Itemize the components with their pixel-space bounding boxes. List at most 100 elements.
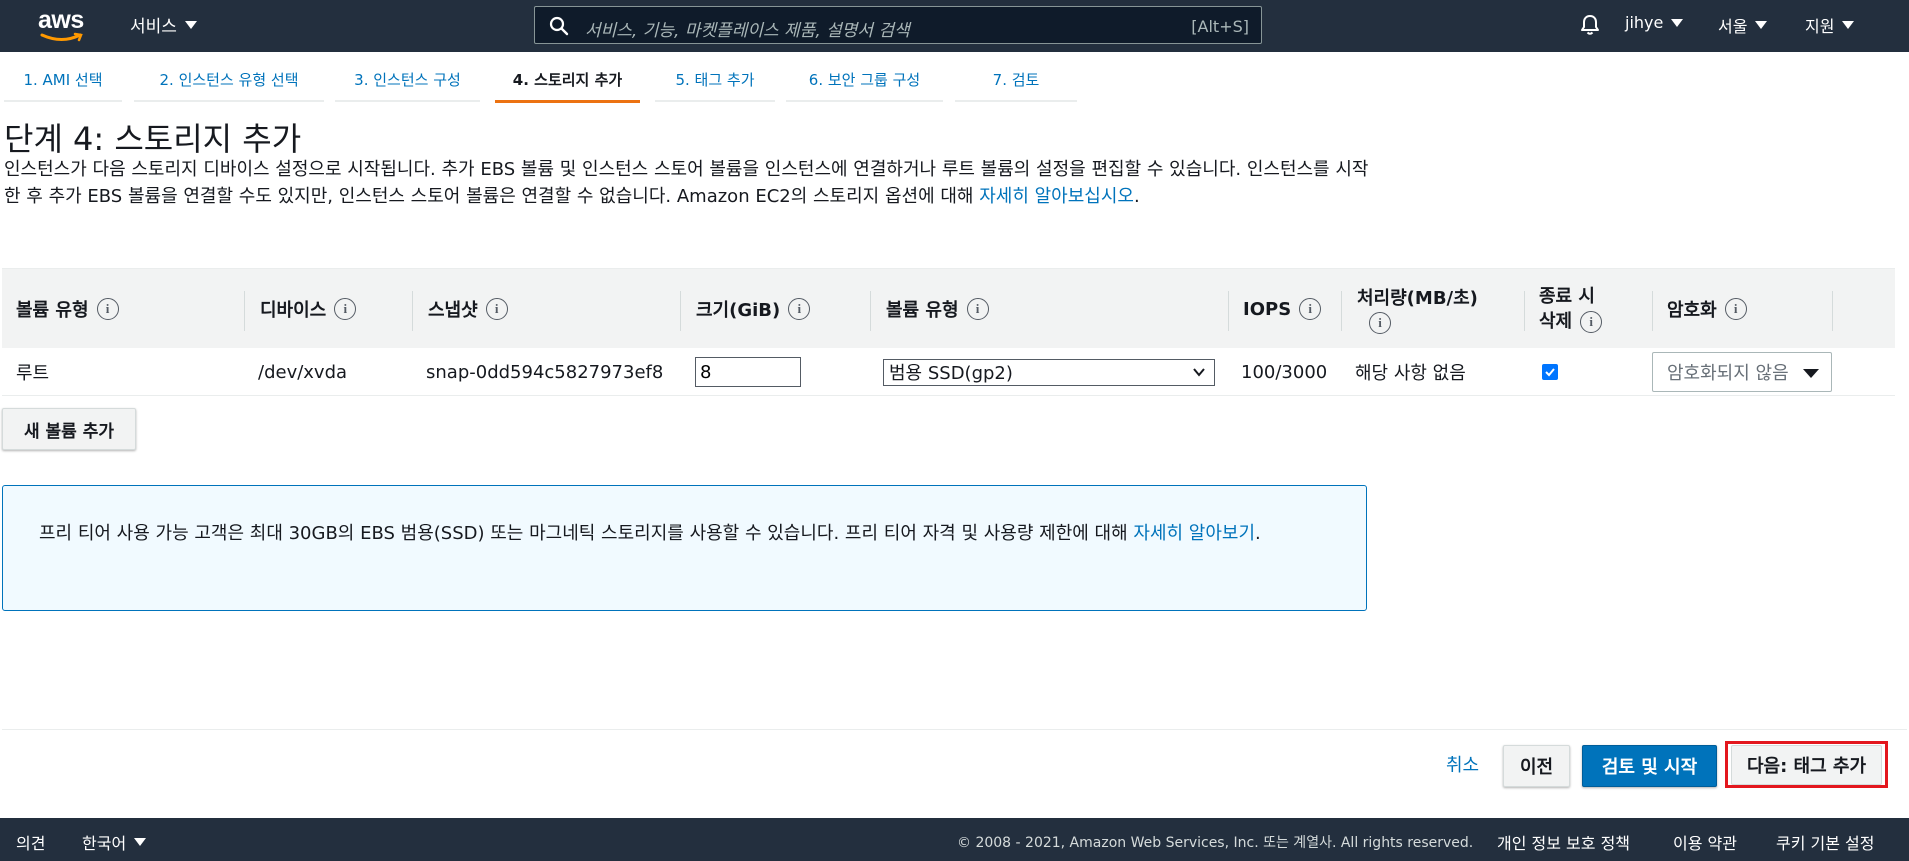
free-tier-info-text: 프리 티어 사용 가능 고객은 최대 30GB의 EBS 범용(SSD) 또는 … <box>39 520 1339 548</box>
language-menu[interactable]: 한국어 <box>82 830 147 854</box>
storage-table: 볼륨 유형 i 디바이스 i 스냅샷 i 크기(GiB) i 볼륨 유형 i IOPS i … <box>2 268 1895 396</box>
aws-logo-text: aws <box>38 6 84 34</box>
encryption-value: 암호화되지 않음 <box>1667 363 1789 384</box>
info-icon[interactable]: i <box>1299 298 1322 320</box>
header-snapshot: 스냅샷 i <box>428 269 508 349</box>
divider <box>2 729 1907 730</box>
cell-size <box>695 348 801 396</box>
column-divider <box>1524 291 1525 331</box>
header-volume-kind: 볼륨 유형 i <box>16 269 119 349</box>
aws-logo[interactable]: aws <box>38 6 84 42</box>
page-title: 단계 4: 스토리지 추가 <box>4 120 302 158</box>
cell-device: /dev/xvda <box>258 361 348 383</box>
free-tier-text: 프리 티어 사용 가능 고객은 최대 30GB의 EBS 범용(SSD) 또는 … <box>39 523 1134 544</box>
info-icon[interactable]: i <box>485 298 508 320</box>
cell-throughput: 해당 사항 없음 <box>1355 363 1466 384</box>
caret-down-icon <box>184 20 197 29</box>
next-add-tags-button[interactable]: 다음: 태그 추가 <box>1731 745 1882 785</box>
step-review[interactable]: 7. 검토 <box>955 69 1077 102</box>
learn-more-link[interactable]: 자세히 알아보십시오 <box>979 186 1134 207</box>
language-label: 한국어 <box>82 834 127 853</box>
cell-volume-type: 범용 SSD(gp2) <box>883 348 1215 396</box>
volume-type-select[interactable]: 범용 SSD(gp2) <box>883 358 1215 386</box>
wizard-steps: 1. AMI 선택 2. 인스턴스 유형 선택 3. 인스턴스 구성 4. 스토… <box>0 52 1100 103</box>
header-size-label: 크기(GiB) <box>696 300 781 321</box>
column-divider <box>412 291 413 331</box>
delete-on-termination-checkbox[interactable] <box>1542 364 1558 380</box>
header-throughput: 처리량(MB/초) i <box>1357 269 1478 349</box>
cell-encryption: 암호화되지 않음 <box>1652 348 1832 396</box>
size-input[interactable] <box>695 357 801 387</box>
caret-down-icon <box>1803 369 1819 378</box>
console-footer: 의견 한국어 © 2008 - 2021, Amazon Web Service… <box>0 818 1909 861</box>
step-configure-security-group[interactable]: 6. 보안 그룹 구성 <box>786 69 943 102</box>
header-iops: IOPS i <box>1243 269 1322 349</box>
caret-down-icon <box>1671 18 1684 27</box>
info-icon[interactable]: i <box>334 298 357 320</box>
step-configure-instance[interactable]: 3. 인스턴스 구성 <box>335 69 480 102</box>
cell-iops: 100/3000 <box>1241 361 1328 383</box>
caret-down-icon <box>134 838 147 846</box>
header-device-label: 디바이스 <box>260 300 327 321</box>
info-icon[interactable]: i <box>1580 310 1603 333</box>
step-add-storage[interactable]: 4. 스토리지 추가 <box>495 69 640 103</box>
step-choose-ami[interactable]: 1. AMI 선택 <box>4 69 122 102</box>
services-label: 서비스 <box>130 17 177 37</box>
account-menu[interactable]: jihye <box>1625 13 1684 32</box>
table-row: 루트 /dev/xvda snap-0dd594c5827973ef8 범용 S… <box>2 348 1895 396</box>
free-tier-end: . <box>1255 523 1261 544</box>
column-divider <box>1228 291 1229 331</box>
privacy-policy-link[interactable]: 개인 정보 보호 정책 <box>1497 830 1630 854</box>
support-label: 지원 <box>1805 17 1835 36</box>
header-encryption: 암호화 i <box>1667 269 1747 349</box>
info-icon[interactable]: i <box>788 298 811 320</box>
checkmark-icon <box>1545 368 1555 377</box>
cookie-preferences-link[interactable]: 쿠키 기본 설정 <box>1776 830 1875 854</box>
region-label: 서울 <box>1718 17 1748 36</box>
cancel-button[interactable]: 취소 <box>1446 751 1479 777</box>
header-throughput-label: 처리량(MB/초) <box>1357 288 1478 309</box>
free-tier-learn-more-link[interactable]: 자세히 알아보기 <box>1133 523 1255 544</box>
caret-down-icon <box>1755 21 1768 29</box>
support-menu[interactable]: 지원 <box>1805 13 1855 37</box>
header-delete-line2: 삭제 <box>1539 311 1573 332</box>
terms-link[interactable]: 이용 약관 <box>1673 830 1737 854</box>
header-volume-type: 볼륨 유형 i <box>886 269 989 349</box>
cell-snapshot: snap-0dd594c5827973ef8 <box>426 361 664 383</box>
header-volume-type-label: 볼륨 유형 <box>886 300 959 321</box>
chevron-down-icon <box>1193 367 1205 377</box>
aws-smile-icon <box>40 32 83 42</box>
info-icon[interactable]: i <box>96 298 119 320</box>
info-icon[interactable]: i <box>1724 298 1747 320</box>
top-navigation: aws 서비스 서비스, 기능, 마켓플레이스 제품, 설명서 검색 [Alt+… <box>0 0 1909 52</box>
column-divider <box>1341 291 1342 331</box>
header-device: 디바이스 i <box>260 269 357 349</box>
header-size: 크기(GiB) i <box>696 269 811 349</box>
account-username: jihye <box>1625 13 1664 32</box>
step-choose-instance-type[interactable]: 2. 인스턴스 유형 선택 <box>134 69 324 102</box>
header-delete-on-termination: 종료 시 삭제 i <box>1539 269 1603 349</box>
previous-button[interactable]: 이전 <box>1503 745 1570 787</box>
step-add-tags[interactable]: 5. 태그 추가 <box>655 69 775 102</box>
header-delete-line1: 종료 시 <box>1539 286 1595 307</box>
column-divider <box>244 291 245 331</box>
services-menu[interactable]: 서비스 <box>130 12 197 37</box>
feedback-link[interactable]: 의견 <box>16 830 45 854</box>
encryption-select[interactable]: 암호화되지 않음 <box>1652 352 1832 392</box>
description-text: 인스턴스가 다음 스토리지 디바이스 설정으로 시작됩니다. 추가 EBS 볼륨… <box>4 159 1369 207</box>
table-header: 볼륨 유형 i 디바이스 i 스냅샷 i 크기(GiB) i 볼륨 유형 i IOPS i … <box>2 268 1895 348</box>
header-snapshot-label: 스냅샷 <box>428 300 478 321</box>
search-icon <box>549 16 569 36</box>
region-menu[interactable]: 서울 <box>1718 13 1768 37</box>
info-icon[interactable]: i <box>966 298 989 320</box>
header-iops-label: IOPS <box>1243 298 1292 320</box>
notifications-bell-icon[interactable] <box>1578 13 1602 37</box>
header-volume-kind-label: 볼륨 유형 <box>16 300 89 321</box>
search-input[interactable]: 서비스, 기능, 마켓플레이스 제품, 설명서 검색 [Alt+S] <box>534 6 1262 44</box>
header-encryption-label: 암호화 <box>1667 300 1717 321</box>
add-new-volume-button[interactable]: 새 볼륨 추가 <box>2 408 136 450</box>
search-shortcut: [Alt+S] <box>1191 17 1249 36</box>
search-placeholder: 서비스, 기능, 마켓플레이스 제품, 설명서 검색 <box>585 21 910 41</box>
info-icon[interactable]: i <box>1369 312 1391 334</box>
review-and-launch-button[interactable]: 검토 및 시작 <box>1582 745 1717 787</box>
